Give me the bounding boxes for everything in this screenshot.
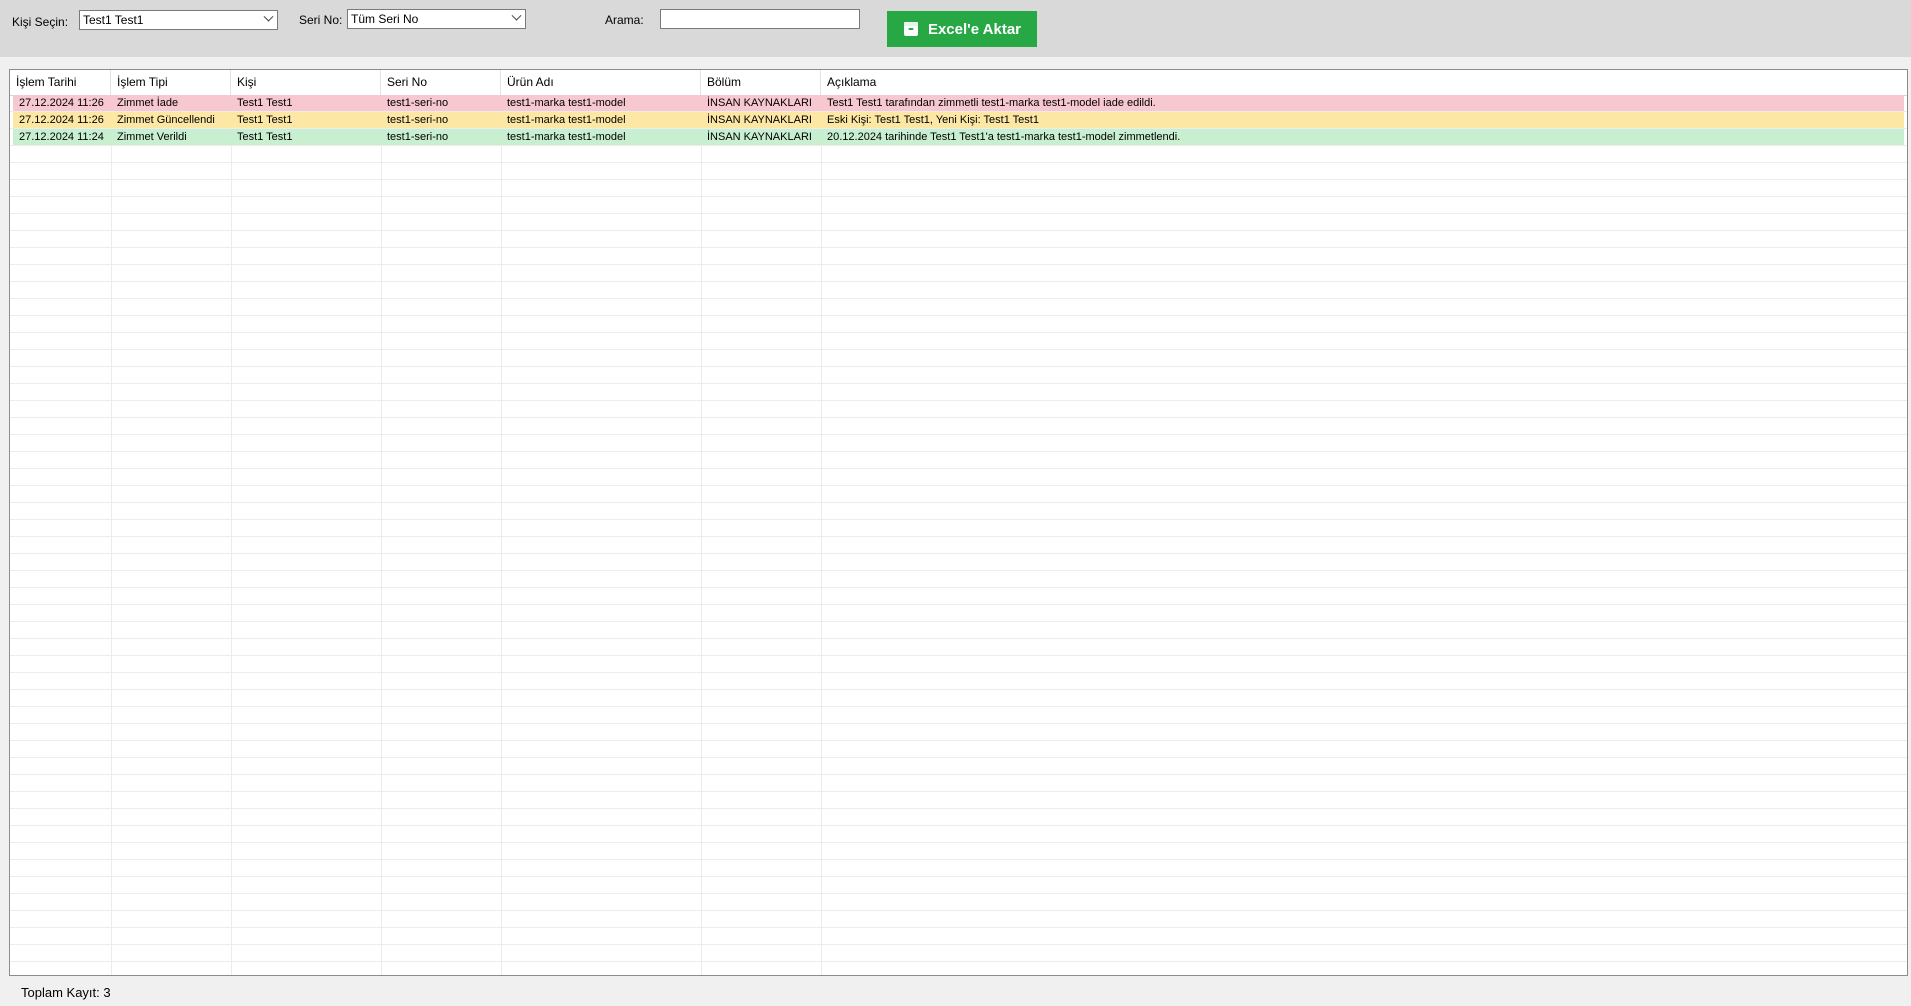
person-select-label: Kişi Seçin: xyxy=(12,15,69,29)
cell-type: Zimmet Güncellendi xyxy=(117,114,215,126)
chevron-down-icon xyxy=(511,10,522,21)
column-header-type[interactable]: İşlem Tipi xyxy=(111,70,231,95)
serial-select[interactable]: Tüm Seri No xyxy=(347,9,526,29)
search-input[interactable] xyxy=(660,9,860,29)
cell-department: İNSAN KAYNAKLARI xyxy=(707,114,812,126)
export-excel-label: Excel'e Aktar xyxy=(927,20,1022,38)
export-excel-button[interactable]: Excel'e Aktar xyxy=(887,11,1037,47)
cell-type: Zimmet Verildi xyxy=(117,131,187,143)
cell-product: test1-marka test1-model xyxy=(507,114,626,126)
cell-department: İNSAN KAYNAKLARI xyxy=(707,97,812,109)
cell-product: test1-marka test1-model xyxy=(507,131,626,143)
column-header-date[interactable]: İşlem Tarihi xyxy=(10,70,111,95)
cell-description: Test1 Test1 tarafından zimmetli test1-ma… xyxy=(827,97,1156,109)
grid-body xyxy=(10,95,1907,975)
table-row[interactable]: 27.12.2024 11:24 Zimmet Verildi Test1 Te… xyxy=(13,129,1904,145)
cell-serial: test1-seri-no xyxy=(387,114,449,126)
cell-description: 20.12.2024 tarihinde Test1 Test1'a test1… xyxy=(827,131,1181,143)
cell-date: 27.12.2024 11:26 xyxy=(19,114,104,126)
table-row[interactable]: 27.12.2024 11:26 Zimmet İade Test1 Test1… xyxy=(13,95,1904,111)
cell-date: 27.12.2024 11:26 xyxy=(19,97,104,109)
archive-box-icon xyxy=(903,22,918,36)
serial-select-label: Seri No: xyxy=(299,13,343,27)
cell-date: 27.12.2024 11:24 xyxy=(19,131,104,143)
status-bar: Toplam Kayıt: 3 xyxy=(0,977,1911,1006)
cell-description: Eski Kişi: Test1 Test1, Yeni Kişi: Test1… xyxy=(827,114,1039,126)
total-records-label: Toplam Kayıt: 3 xyxy=(21,985,111,1000)
column-header-department[interactable]: Bölüm xyxy=(701,70,821,95)
cell-type: Zimmet İade xyxy=(117,97,179,109)
cell-person: Test1 Test1 xyxy=(237,114,293,126)
column-header-serial[interactable]: Seri No xyxy=(381,70,501,95)
grid-header: İşlem Tarihi İşlem Tipi Kişi Seri No Ürü… xyxy=(10,70,1907,96)
person-select[interactable]: Test1 Test1 xyxy=(79,10,278,30)
cell-serial: test1-seri-no xyxy=(387,97,449,109)
column-header-product[interactable]: Ürün Adı xyxy=(501,70,701,95)
chevron-down-icon xyxy=(263,11,274,22)
history-grid[interactable]: İşlem Tarihi İşlem Tipi Kişi Seri No Ürü… xyxy=(9,69,1908,976)
serial-select-value: Tüm Seri No xyxy=(351,12,419,26)
cell-person: Test1 Test1 xyxy=(237,131,293,143)
person-select-value: Test1 Test1 xyxy=(83,13,144,27)
table-row[interactable]: 27.12.2024 11:26 Zimmet Güncellendi Test… xyxy=(13,112,1904,128)
column-header-person[interactable]: Kişi xyxy=(231,70,381,95)
column-header-description[interactable]: Açıklama xyxy=(821,70,1907,95)
cell-product: test1-marka test1-model xyxy=(507,97,626,109)
filter-toolbar: Kişi Seçin: Test1 Test1 Seri No: Tüm Ser… xyxy=(0,0,1911,57)
cell-serial: test1-seri-no xyxy=(387,131,449,143)
cell-department: İNSAN KAYNAKLARI xyxy=(707,131,812,143)
search-label: Arama: xyxy=(605,13,644,27)
cell-person: Test1 Test1 xyxy=(237,97,293,109)
